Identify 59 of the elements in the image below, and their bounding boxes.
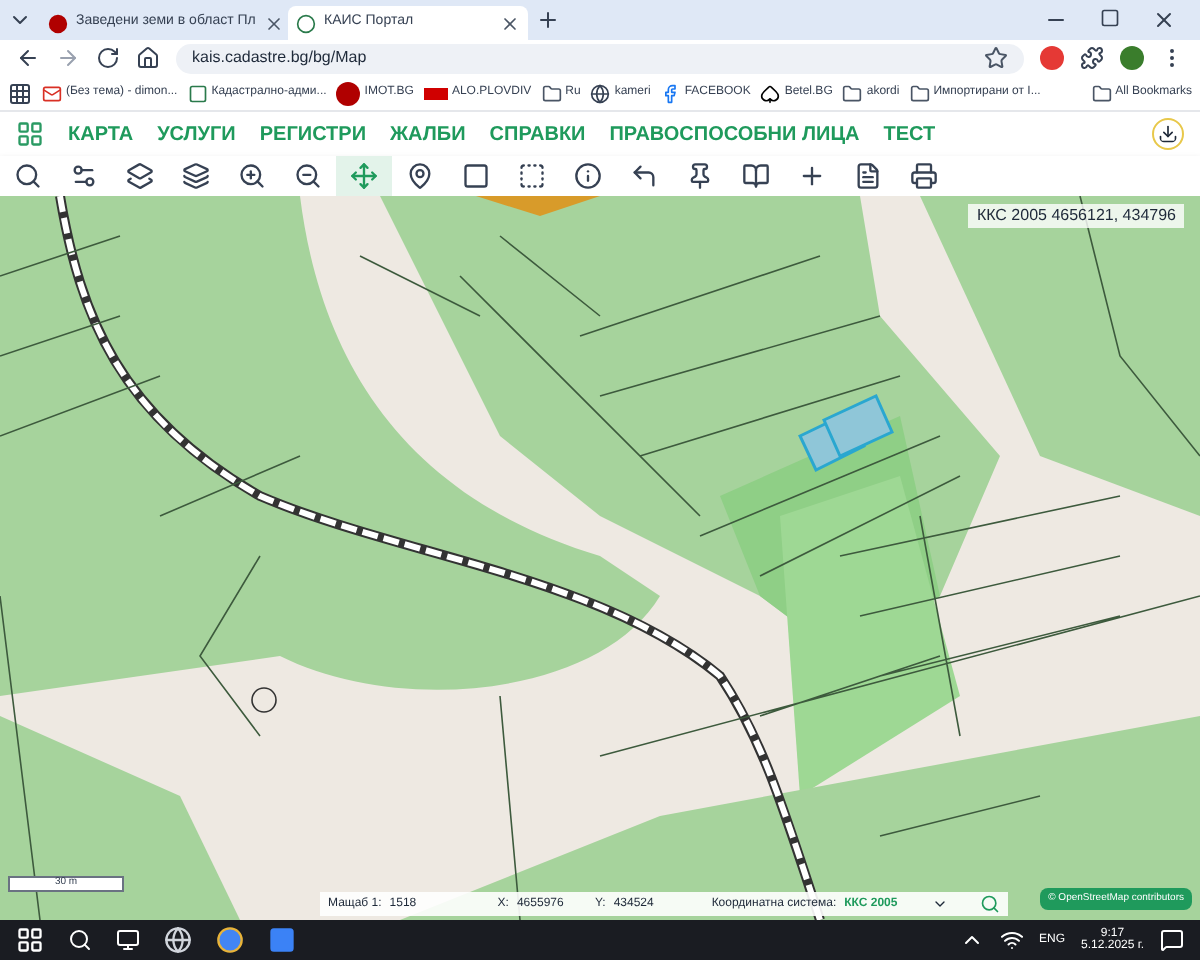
basemap-icon <box>126 162 154 190</box>
restore-icon[interactable] <box>1100 8 1120 28</box>
site-icon <box>187 83 208 103</box>
folder-icon <box>541 83 562 103</box>
menu-link[interactable]: КАРТА <box>68 119 134 149</box>
tab-favicon-icon <box>296 13 316 33</box>
menu-link[interactable]: РЕГИСТРИ <box>259 119 367 149</box>
facebook-icon <box>660 83 681 103</box>
bookmark-star-icon[interactable] <box>984 46 1008 70</box>
task-view-icon[interactable] <box>116 928 140 952</box>
globe-icon <box>590 83 611 103</box>
windows-start-icon[interactable] <box>16 926 44 954</box>
search-icon[interactable] <box>68 928 92 952</box>
menu-link[interactable]: ЖАЛБИ <box>390 119 466 149</box>
new-tab-icon[interactable] <box>536 8 560 32</box>
apps-icon[interactable] <box>8 81 32 105</box>
notification-icon[interactable] <box>1160 928 1184 952</box>
dashed-square-icon <box>518 162 546 190</box>
pin-icon <box>686 162 714 190</box>
url-text: kais.cadastre.bg/bg/Map <box>192 46 367 70</box>
coordinates-readout: ККС 2005 4656121, 434796 <box>968 204 1184 228</box>
dash-icon <box>423 87 448 99</box>
folder-icon <box>909 83 930 103</box>
spade-icon <box>760 83 781 103</box>
plus-icon <box>798 162 826 190</box>
info-icon <box>574 162 602 190</box>
menu-link[interactable]: ПРАВОСПОСОБНИ ЛИЦА <box>609 119 860 149</box>
extensions-icon[interactable] <box>1080 46 1104 70</box>
tab-favicon-icon <box>48 13 68 33</box>
book-icon <box>742 162 770 190</box>
apps-grid-icon[interactable] <box>16 120 44 148</box>
document-icon <box>854 162 882 190</box>
home-icon[interactable] <box>136 46 160 70</box>
folder-icon <box>1091 83 1112 103</box>
menu-link[interactable]: ТЕСТ <box>883 119 936 149</box>
zoom-in-icon <box>238 162 266 190</box>
corner-arrow-icon <box>630 162 658 190</box>
menu-link[interactable]: УСЛУГИ <box>157 119 236 149</box>
print-icon <box>910 162 938 190</box>
reload-icon[interactable] <box>96 46 120 70</box>
address-bar[interactable]: kais.cadastre.bg/bg/Map <box>176 43 1024 73</box>
zoom-out-icon <box>294 162 322 190</box>
folder-icon <box>842 83 863 103</box>
menu-link[interactable]: СПРАВКИ <box>489 119 586 149</box>
extension-icon[interactable] <box>1040 46 1064 70</box>
caret-icon[interactable] <box>932 896 949 912</box>
forward-icon[interactable] <box>56 46 80 70</box>
close-icon[interactable] <box>500 13 520 33</box>
close-icon[interactable] <box>1152 8 1176 32</box>
profile-avatar[interactable] <box>1120 46 1144 70</box>
back-icon[interactable] <box>16 46 40 70</box>
map-pin-icon <box>406 162 434 190</box>
download-icon[interactable] <box>1152 118 1184 150</box>
move-icon <box>350 162 378 190</box>
mail-icon <box>42 83 62 103</box>
square-icon <box>462 162 490 190</box>
search-icon <box>14 162 42 190</box>
close-icon[interactable] <box>263 13 284 33</box>
layers-icon <box>182 162 210 190</box>
